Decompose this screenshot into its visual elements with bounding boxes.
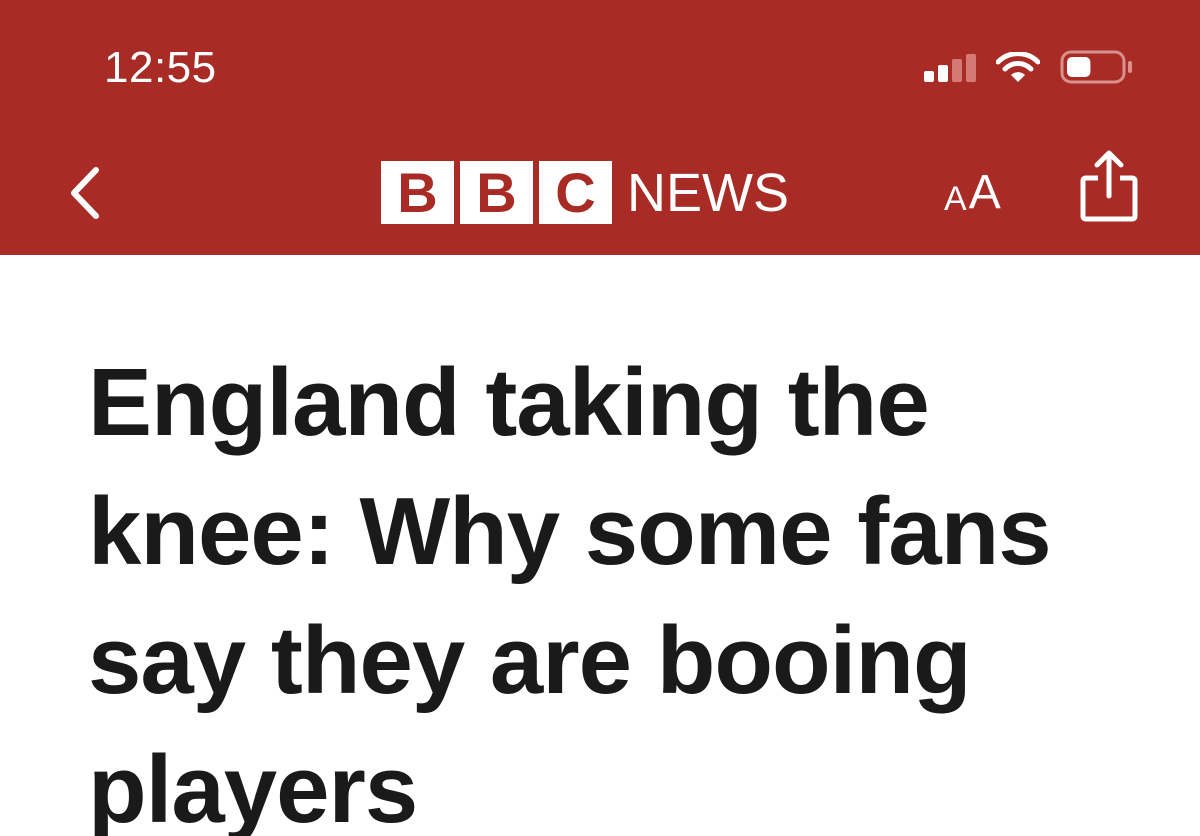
share-icon [1080,150,1138,222]
logo-letter-b1: B [397,161,437,224]
share-button[interactable] [1078,148,1140,224]
wifi-icon [996,52,1040,82]
cellular-signal-icon [924,54,976,82]
text-size-large-label: A [968,166,1001,219]
status-time: 12:55 [104,43,217,92]
chevron-left-icon [71,167,99,219]
battery-icon [1060,50,1132,84]
bbc-news-logo: B B C NEWS [381,161,789,224]
back-button[interactable] [62,160,114,226]
logo-letter-c: C [555,161,595,224]
top-bar: 12:55 B B C NEWS A A [0,0,1200,255]
logo-wordmark: NEWS [627,163,789,223]
text-size-button[interactable]: A A [944,166,1028,219]
text-size-small-label: A [944,180,967,218]
logo-letter-b2: B [476,161,516,224]
article-headline: England taking the knee: Why some fans s… [88,349,1052,836]
